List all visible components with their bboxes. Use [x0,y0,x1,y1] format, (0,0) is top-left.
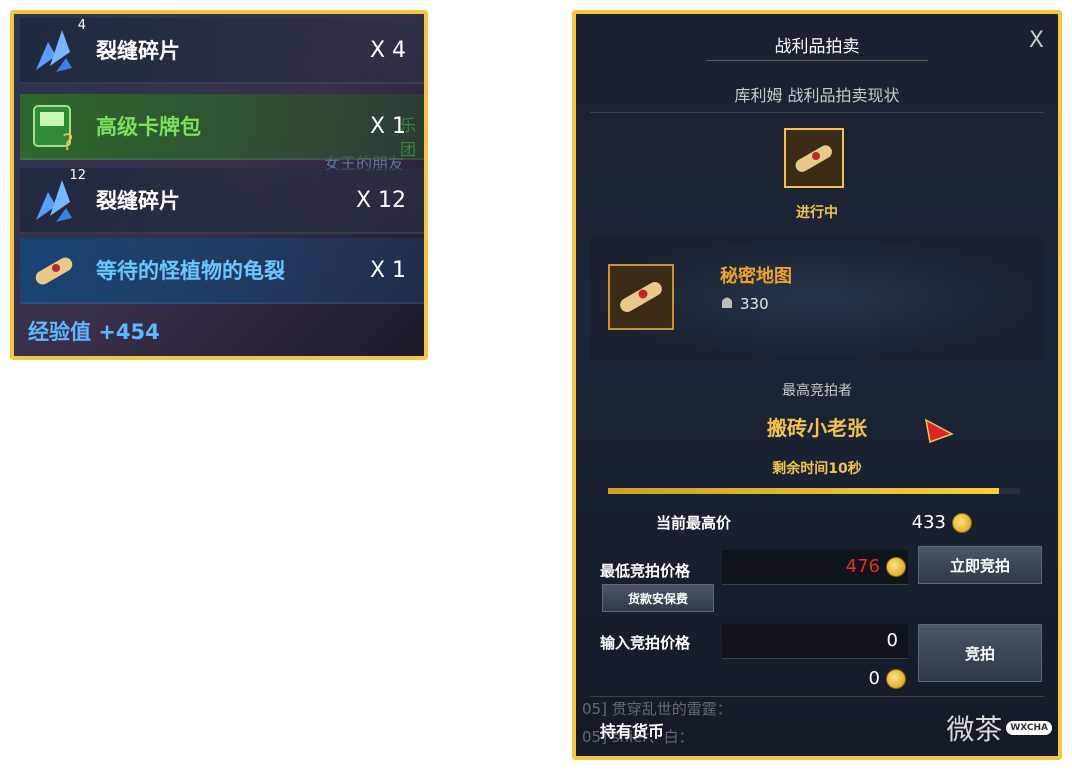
time-progress-fill [608,488,1000,494]
bid-total: 0 [869,668,906,689]
item-name: 秘密地图 [720,266,792,287]
crystal-shard-icon: 4 [26,18,86,78]
watermark: 微茶 WXCHA [946,708,1052,748]
item-name: 裂缝碎片 [96,39,180,63]
bid-button[interactable]: 竞拍 [918,624,1042,682]
loot-item: 12 裂缝碎片 X 12 [20,168,424,234]
watermark-text: 微茶 [946,713,1003,746]
holding-currency-label: 持有货币 [600,722,665,741]
title-divider [706,60,928,61]
experience-gain: 经验值 +454 [28,320,160,344]
input-bid-label: 输入竞拍价格 [600,634,691,652]
item-quantity: X 1 [369,257,406,283]
helmet-icon [720,294,734,314]
current-highest-label: 当前最高价 [656,514,732,532]
loot-item: 4 裂缝碎片 X 4 [20,18,424,84]
time-remaining: 剩余时间10秒 [772,461,862,477]
item-name: 高级卡牌包 [96,115,201,139]
close-icon[interactable]: X [1029,28,1044,53]
item-quantity: X 1 [369,113,406,139]
gold-coin-icon [886,556,906,577]
instant-bid-button[interactable]: 立即竞拍 [918,546,1042,584]
min-bid-price: 476 [846,556,906,577]
flag-icon [924,416,954,446]
scroll-icon [26,242,82,298]
min-bid-label: 最低竞拍价格 [600,562,691,580]
time-progress-bar [608,488,1020,494]
highest-bidder-name: 搬砖小老张 [767,416,867,440]
min-bid-value: 476 [845,556,880,577]
item-count-badge: 12 [69,168,86,183]
insurance-fee-button[interactable]: 货款安保费 [602,584,714,612]
svg-text:?: ? [62,131,74,154]
gold-coin-icon [952,512,972,533]
auction-slot-scroll-icon[interactable] [784,128,844,188]
item-power-value: 330 [740,295,769,313]
loot-item: ? 高级卡牌包 X 1 [20,94,424,160]
divider [590,112,1044,113]
bid-input-value: 0 [886,630,898,651]
loot-panel: 乐团 女王的朋友 4 裂缝碎片 X 4 ? 高级卡牌包 X 1 12 裂缝碎片 … [10,10,428,360]
auction-panel: 战利品拍卖 X 库利姆 战利品拍卖现状 进行中 秘密地图 330 最高竞拍者 搬… [572,10,1062,760]
divider [590,696,1044,697]
item-power: 330 [720,294,769,314]
watermark-badge: WXCHA [1006,721,1052,735]
item-quantity: X 12 [355,187,406,213]
loot-item: 等待的怪植物的龟裂 X 1 [20,238,424,304]
map-scroll-icon [608,264,674,330]
auction-status: 进行中 [796,205,838,221]
item-name: 裂缝碎片 [96,189,180,213]
gold-coin-icon [886,668,906,689]
current-highest-value: 433 [911,512,946,533]
bid-price-input[interactable] [722,624,908,659]
auction-subtitle: 库利姆 战利品拍卖现状 [734,86,900,105]
card-pack-icon: ? [26,98,82,156]
item-name: 等待的怪植物的龟裂 [96,259,285,283]
current-highest-price: 433 [912,512,972,533]
item-quantity: X 4 [369,37,406,63]
panel-title: 战利品拍卖 [774,37,860,57]
bid-total-value: 0 [868,668,880,689]
item-count-badge: 4 [77,18,86,33]
crystal-shard-icon: 12 [26,168,86,228]
highest-bidder-label: 最高竞拍者 [782,383,852,399]
